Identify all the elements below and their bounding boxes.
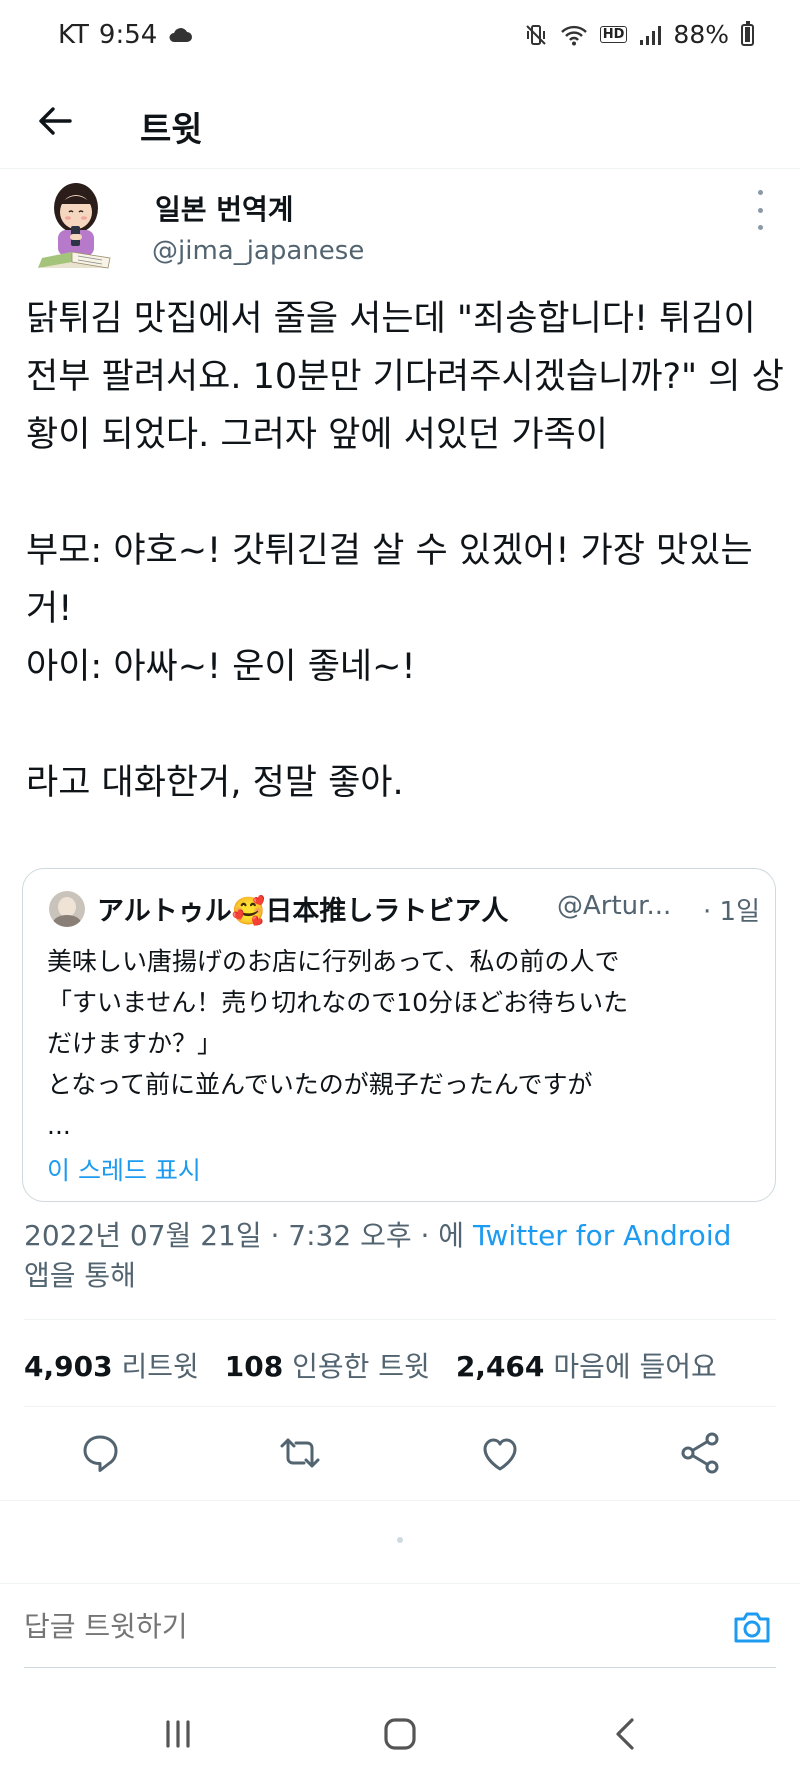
reply-icon[interactable] — [72, 1425, 128, 1481]
tweet-datetime: 2022년 07월 21일 · 7:32 오후 · 에 — [24, 1219, 465, 1252]
clock: 9:54 — [98, 20, 158, 50]
quoted-line: 美味しい唐揚げのお店に行列あって、私の前の人で — [47, 947, 620, 976]
tweet-meta: 2022년 07월 21일 · 7:32 오후 · 에 Twitter for … — [24, 1216, 784, 1296]
home-icon[interactable] — [370, 1706, 430, 1762]
action-bar — [0, 1415, 800, 1495]
carrier-label: KT — [58, 20, 89, 50]
status-bar: KT 9:54 HD 88% — [0, 0, 800, 76]
likes-count: 2,464 — [455, 1350, 545, 1383]
retweet-icon[interactable] — [272, 1425, 328, 1481]
retweets-stat[interactable]: 4,903 리트윗 — [24, 1345, 199, 1385]
system-nav-bar — [0, 1690, 800, 1778]
quotes-label: 인용한 트윗 — [292, 1350, 430, 1383]
battery-icon — [741, 20, 754, 46]
quoted-text: 美味しい唐揚げのお店に行列あって、私の前の人で 「すいません！売り切れなので10… — [47, 941, 757, 1146]
dot — [757, 225, 763, 230]
quotes-stat[interactable]: 108 인용한 트윗 — [225, 1345, 430, 1385]
page-title: 트윗 — [140, 110, 203, 150]
likes-label: 마음에 들어요 — [553, 1350, 717, 1383]
vibrate-mute-icon — [526, 24, 546, 45]
like-icon[interactable] — [472, 1425, 528, 1481]
author-name[interactable]: 일본 번역계 — [155, 188, 294, 228]
arrow-left-icon[interactable] — [32, 98, 78, 144]
show-thread-link[interactable]: 이 스레드 표시 — [47, 1151, 201, 1187]
cloud-icon — [169, 28, 193, 42]
quoted-line: 「すいません！売り切れなので10分ほどお待ちいた — [47, 988, 629, 1017]
status-left: KT 9:54 — [58, 20, 193, 50]
wifi-icon — [560, 25, 587, 45]
author-handle[interactable]: @jima_japanese — [152, 236, 364, 266]
recent-apps-icon[interactable] — [148, 1706, 208, 1762]
battery-percent: 88% — [673, 20, 729, 49]
tweet-source-suffix: 앱을 통해 — [24, 1259, 136, 1292]
more-options-icon[interactable] — [748, 190, 772, 230]
tweet-source-link[interactable]: Twitter for Android — [473, 1219, 731, 1252]
reply-underline — [24, 1667, 776, 1668]
camera-icon[interactable] — [730, 1605, 774, 1649]
tweet-stats: 4,903 리트윗 108 인용한 트윗 2,464 마음에 들어요 — [24, 1345, 717, 1385]
quoted-line: となって前に並んでいたのが親子だったんですが — [47, 1070, 593, 1099]
loading-dot — [397, 1537, 403, 1543]
quoted-line: ... — [47, 1111, 71, 1140]
retweets-count: 4,903 — [24, 1350, 113, 1383]
back-nav-icon[interactable] — [596, 1706, 656, 1762]
share-icon[interactable] — [672, 1425, 728, 1481]
avatar[interactable] — [34, 176, 118, 276]
app-bar: 트윗 — [0, 76, 800, 169]
retweets-label: 리트윗 — [121, 1350, 199, 1383]
divider — [24, 1319, 776, 1320]
quoted-author-name: アルトゥル🥰日本推しラトビア人 — [97, 896, 509, 927]
divider — [24, 1406, 776, 1407]
likes-stat[interactable]: 2,464 마음에 들어요 — [456, 1345, 717, 1385]
tweet-text: 닭튀김 맛집에서 줄을 서는데 "죄송합니다! 튀김이 전부 팔려서요. 10분… — [26, 299, 784, 803]
quoted-timestamp: · 1일 — [703, 897, 760, 927]
dot — [757, 207, 763, 213]
quoted-tweet[interactable]: アルトゥル🥰日本推しラトビア人 @Artur... · 1일 美味しい唐揚げのお… — [22, 868, 776, 1202]
hd-badge: HD — [599, 26, 628, 43]
reply-input[interactable] — [24, 1597, 704, 1657]
dot — [757, 190, 763, 195]
quoted-avatar — [49, 891, 85, 927]
reply-composer — [0, 1583, 800, 1673]
quotes-count: 108 — [224, 1350, 284, 1383]
replies-placeholder-area — [0, 1500, 800, 1584]
status-right: HD 88% — [524, 20, 754, 49]
quoted-author-handle: @Artur... — [557, 891, 672, 921]
signal-icon — [640, 25, 662, 45]
quoted-line: だけますか？」 — [47, 1029, 223, 1058]
